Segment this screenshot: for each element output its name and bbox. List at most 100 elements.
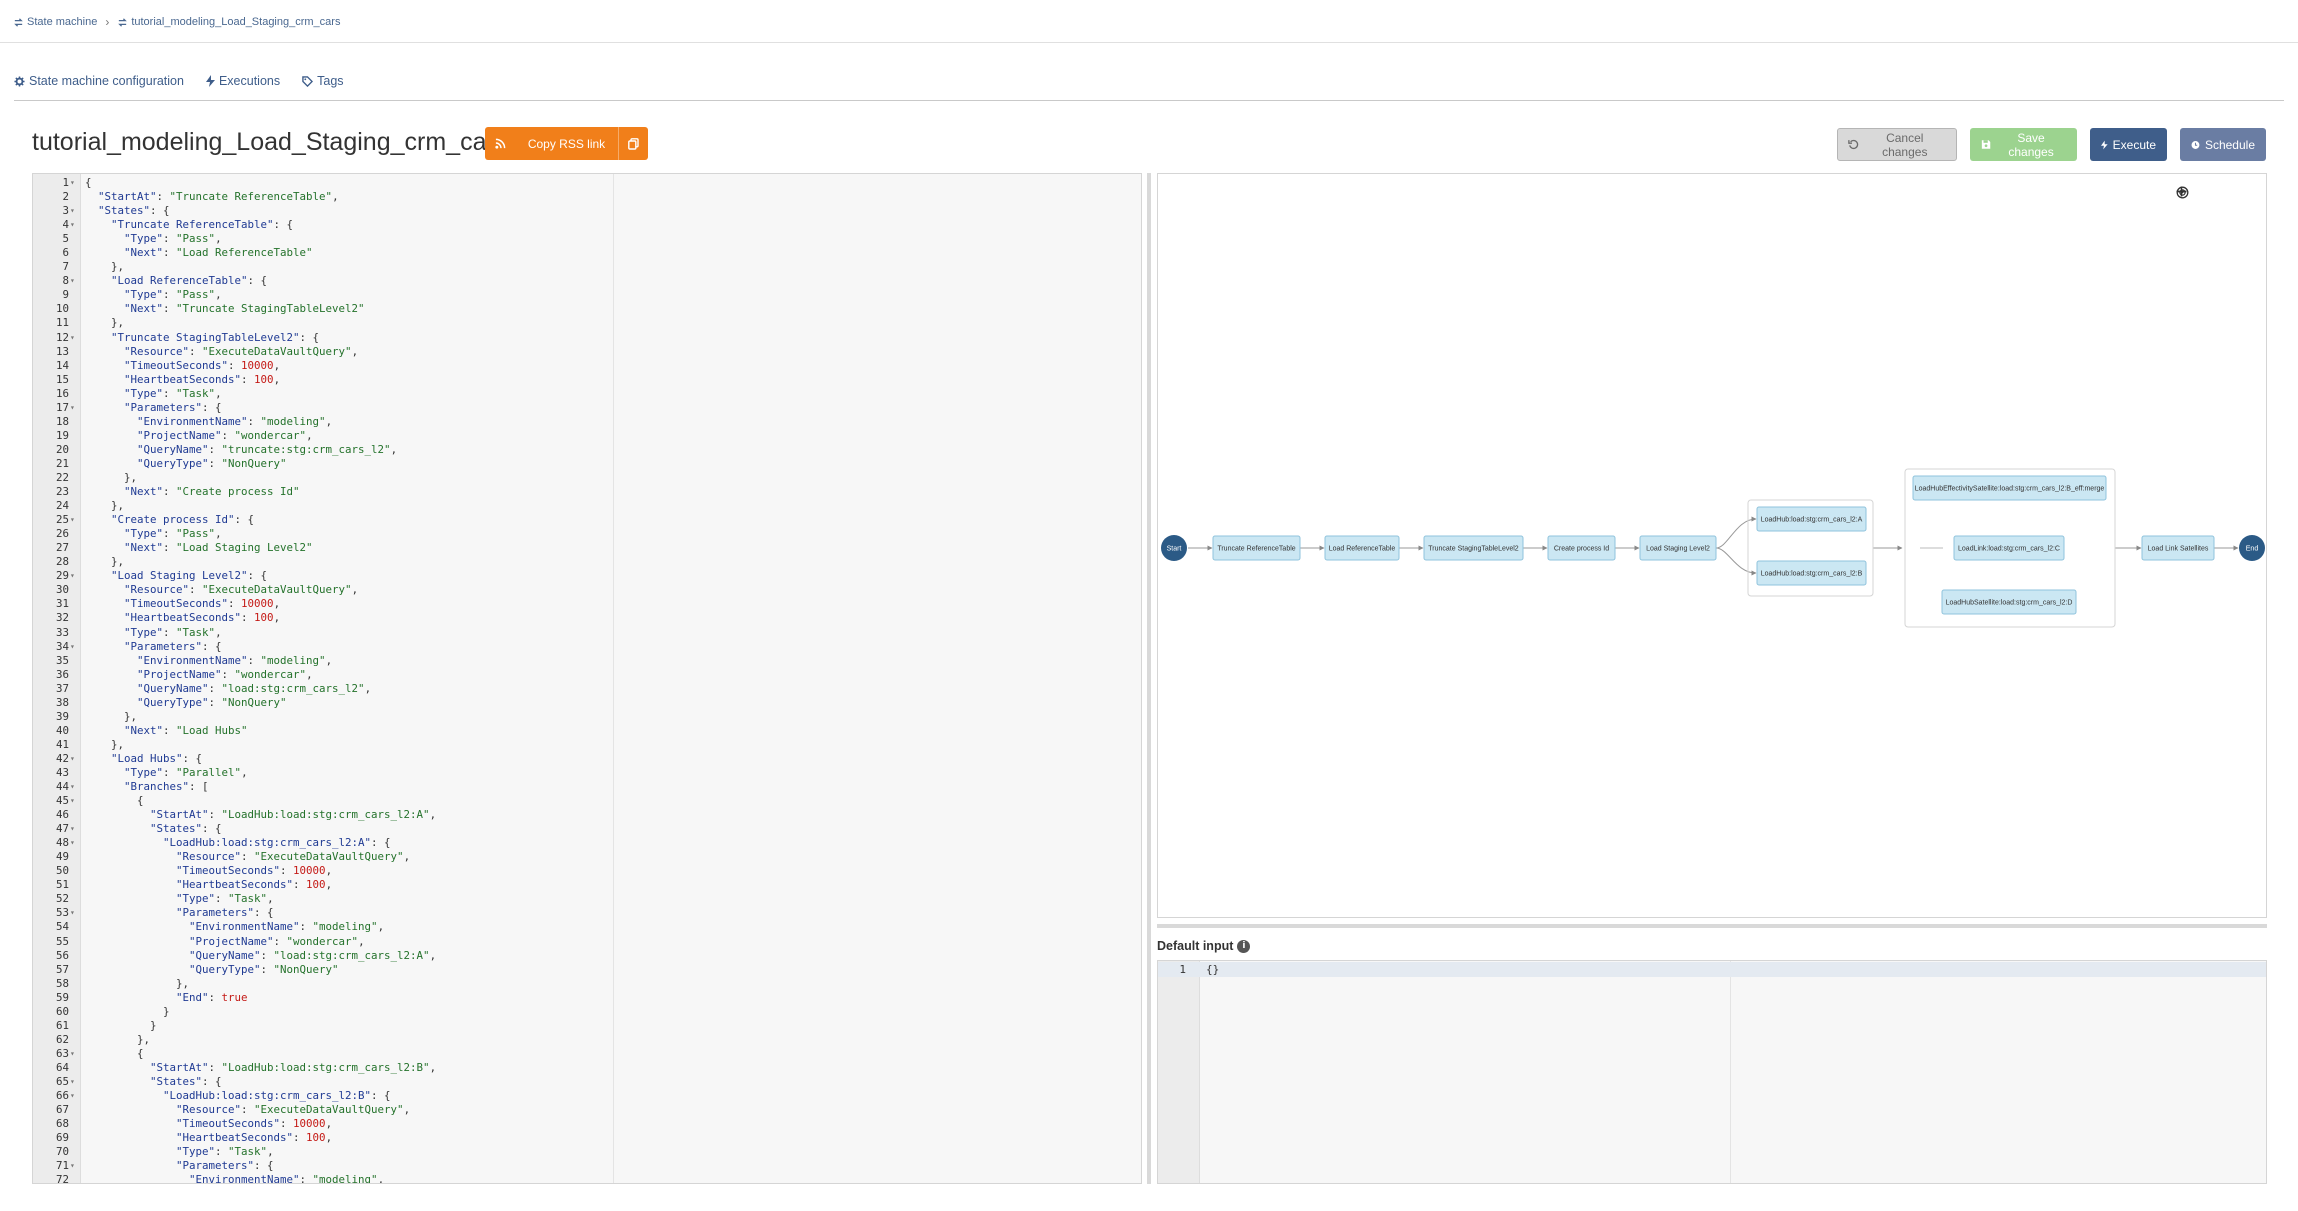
fold-toggle-icon[interactable]: ▾ xyxy=(70,906,80,920)
code-text: "Parameters": { xyxy=(176,906,274,920)
fold-toggle-icon[interactable]: ▾ xyxy=(70,794,80,808)
code-line: 4 ▾ "Truncate ReferenceTable": { xyxy=(33,218,1141,232)
fold-toggle-icon[interactable]: ▾ xyxy=(70,274,80,288)
graph-node-truncate-reference-table[interactable]: Truncate ReferenceTable xyxy=(1212,535,1301,561)
save-changes-button[interactable]: Save changes xyxy=(1970,128,2077,161)
horizontal-splitter[interactable] xyxy=(1157,924,2267,928)
fold-toggle-icon[interactable]: ▾ xyxy=(70,218,80,232)
code-text: "Next": "Load ReferenceTable" xyxy=(124,246,313,260)
line-number: 34 xyxy=(55,639,69,653)
state-machine-graph[interactable]: Start Truncate ReferenceTable Load Refer… xyxy=(1157,173,2267,918)
tab-executions[interactable]: Executions xyxy=(205,68,280,94)
code-line: 33 "Type": "Task", xyxy=(33,626,1141,640)
code-line: 41 }, xyxy=(33,738,1141,752)
line-number: 25 xyxy=(55,513,69,527)
graph-node-load-link-satellites[interactable]: Load Link Satellites xyxy=(2141,535,2215,561)
default-input-editor[interactable]: 1 {} xyxy=(1157,960,2267,1184)
copy-rss-link-button[interactable]: Copy RSS link xyxy=(485,127,648,160)
graph-node-loadhub-b[interactable]: LoadHub:load:stg:crm_cars_l2:B xyxy=(1756,560,1867,586)
tab-state-machine-configuration[interactable]: State machine configuration xyxy=(14,68,184,94)
code-text: "Resource": "ExecuteDataVaultQuery", xyxy=(176,850,411,864)
code-text: }, xyxy=(85,260,125,274)
graph-node-load-reference-table[interactable]: Load ReferenceTable xyxy=(1324,535,1400,561)
graph-node-load-staging-level2[interactable]: Load Staging Level2 xyxy=(1639,535,1717,561)
line-number: 3 xyxy=(62,204,69,218)
zoom-out-icon[interactable] xyxy=(2176,186,2250,200)
fold-toggle-icon[interactable]: ▾ xyxy=(70,569,80,583)
graph-canvas: Start Truncate ReferenceTable Load Refer… xyxy=(1161,468,2265,628)
line-number: 19 xyxy=(55,428,69,442)
fold-toggle-icon[interactable]: ▾ xyxy=(70,331,80,345)
graph-node-hub-satellite-d[interactable]: LoadHubSatellite:load:stg:crm_cars_l2:D xyxy=(1941,589,2077,615)
code-lines: 1 ▾{2 "StartAt": "Truncate ReferenceTable… xyxy=(33,176,1141,1183)
code-line: 35 "EnvironmentName": "modeling", xyxy=(33,654,1141,668)
fold-toggle-icon[interactable]: ▾ xyxy=(70,176,80,190)
code-line: 72 "EnvironmentName": "modeling", xyxy=(33,1173,1141,1183)
line-number: 45 xyxy=(55,794,69,808)
definition-code-editor[interactable]: 1 ▾{2 "StartAt": "Truncate ReferenceTable… xyxy=(32,173,1142,1184)
code-text: "Type": "Pass", xyxy=(124,288,222,302)
line-number: 16 xyxy=(55,386,69,400)
graph-node-create-process-id[interactable]: Create process Id xyxy=(1547,535,1616,561)
copy-icon[interactable] xyxy=(618,127,648,160)
fold-toggle-icon[interactable]: ▾ xyxy=(70,1159,80,1173)
schedule-button[interactable]: Schedule xyxy=(2180,128,2266,161)
code-line: 42 ▾ "Load Hubs": { xyxy=(33,752,1141,766)
code-line: 50 "TimeoutSeconds": 10000, xyxy=(33,864,1141,878)
fold-toggle-icon[interactable]: ▾ xyxy=(70,780,80,794)
graph-end-node[interactable]: End xyxy=(2239,535,2265,561)
line-number: 56 xyxy=(55,948,69,962)
graph-node-loadlink-c[interactable]: LoadLink:load:stg:crm_cars_l2:C xyxy=(1953,535,2065,561)
fold-toggle-icon[interactable]: ▾ xyxy=(70,1089,80,1103)
cancel-changes-button[interactable]: Cancel changes xyxy=(1837,128,1957,161)
code-text: } xyxy=(85,1004,170,1018)
line-number: 67 xyxy=(55,1103,69,1117)
line-number: 26 xyxy=(55,527,69,541)
code-line: 49 "Resource": "ExecuteDataVaultQuery", xyxy=(33,850,1141,864)
code-line: 69 "HeartbeatSeconds": 100, xyxy=(33,1131,1141,1145)
execute-button[interactable]: Execute xyxy=(2090,128,2167,161)
line-number: 61 xyxy=(55,1018,69,1032)
code-line: 45 ▾ { xyxy=(33,794,1141,808)
graph-node-loadhub-a[interactable]: LoadHub:load:stg:crm_cars_l2:A xyxy=(1756,506,1867,532)
fold-toggle-icon[interactable]: ▾ xyxy=(70,1075,80,1089)
fold-toggle-icon[interactable]: ▾ xyxy=(70,836,80,850)
bolt-icon xyxy=(2101,140,2108,149)
line-number: 52 xyxy=(55,892,69,906)
code-text: "QueryType": "NonQuery" xyxy=(137,456,287,470)
breadcrumb-current[interactable]: tutorial_modeling_Load_Staging_crm_cars xyxy=(117,16,340,28)
code-line: 2 "StartAt": "Truncate ReferenceTable", xyxy=(33,190,1141,204)
fold-toggle-icon[interactable]: ▾ xyxy=(70,752,80,766)
fold-toggle-icon[interactable]: ▾ xyxy=(70,513,80,527)
tab-tags[interactable]: Tags xyxy=(302,68,344,94)
fold-toggle-icon[interactable]: ▾ xyxy=(70,640,80,654)
graph-start-node[interactable]: Start xyxy=(1161,535,1187,561)
line-number: 24 xyxy=(55,499,69,513)
node-label: LoadHub:load:stg:crm_cars_l2:A xyxy=(1761,517,1863,524)
code-text: }, xyxy=(85,499,125,513)
fold-toggle-icon[interactable]: ▾ xyxy=(70,204,80,218)
line-number: 14 xyxy=(55,358,69,372)
graph-node-hub-effectivity-satellite[interactable]: LoadHubEffectivitySatellite:load:stg:crm… xyxy=(1912,475,2107,501)
breadcrumb-current-label: tutorial_modeling_Load_Staging_crm_cars xyxy=(131,16,341,28)
zoom-in-icon[interactable] xyxy=(2176,186,2220,200)
code-line: 71 ▾ "Parameters": { xyxy=(33,1159,1141,1173)
fold-toggle-icon[interactable]: ▾ xyxy=(70,401,80,415)
save-changes-label: Save changes xyxy=(2008,130,2054,159)
breadcrumb-root[interactable]: State machine xyxy=(13,16,97,28)
code-line: 54 "EnvironmentName": "modeling", xyxy=(33,920,1141,934)
graph-node-truncate-staging-table[interactable]: Truncate StagingTableLevel2 xyxy=(1423,535,1524,561)
code-line: 66 ▾ "LoadHub:load:stg:crm_cars_l2:B": { xyxy=(33,1089,1141,1103)
fold-toggle-icon[interactable]: ▾ xyxy=(70,822,80,836)
code-text: "EnvironmentName": "modeling", xyxy=(137,653,333,667)
info-icon[interactable]: i xyxy=(1237,939,1251,953)
breadcrumb: State machine › tutorial_modeling_Load_S… xyxy=(13,14,340,30)
code-text: { xyxy=(85,794,144,808)
code-line: 1 ▾ { xyxy=(33,176,1141,190)
fold-toggle-icon[interactable]: ▾ xyxy=(70,1047,80,1061)
code-line: 13 "Resource": "ExecuteDataVaultQuery", xyxy=(33,345,1141,359)
vertical-splitter[interactable] xyxy=(1147,173,1151,1184)
code-line: 37 "QueryName": "load:stg:crm_cars_l2", xyxy=(33,682,1141,696)
code-text: "TimeoutSeconds": 10000, xyxy=(176,864,333,878)
line-number: 47 xyxy=(55,822,69,836)
